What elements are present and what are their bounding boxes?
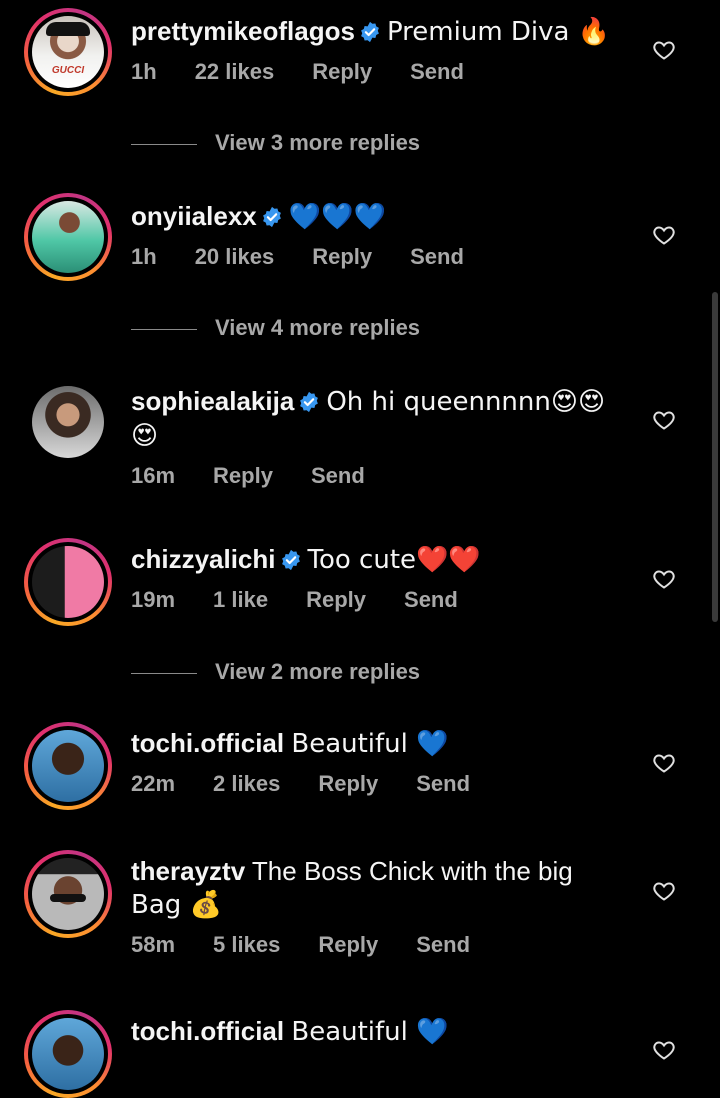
comment-text: Too cute❤️❤️ bbox=[307, 545, 481, 575]
comment-meta: 1h 20 likes Reply Send bbox=[131, 244, 631, 270]
story-ring[interactable] bbox=[24, 1010, 112, 1098]
comment-username[interactable]: chizzyalichi bbox=[131, 544, 276, 574]
comment-time: 1h bbox=[131, 59, 157, 84]
comment-time: 16m bbox=[131, 463, 176, 488]
comment-time: 58m bbox=[131, 932, 176, 957]
comment-likes[interactable]: 1 like bbox=[213, 587, 268, 613]
comment-meta: 16m Reply Send bbox=[131, 463, 631, 489]
heart-outline-icon[interactable] bbox=[652, 751, 676, 775]
heart-outline-icon[interactable] bbox=[652, 38, 676, 62]
comment-time: 1h bbox=[131, 244, 157, 269]
story-ring[interactable] bbox=[24, 722, 112, 810]
story-ring[interactable]: GUCCI bbox=[24, 8, 112, 96]
heart-outline-icon[interactable] bbox=[652, 567, 676, 591]
avatar bbox=[32, 201, 104, 273]
comment-username[interactable]: therayztv bbox=[131, 856, 245, 886]
send-button[interactable]: Send bbox=[410, 59, 464, 85]
send-button[interactable]: Send bbox=[410, 244, 464, 270]
story-ring[interactable] bbox=[24, 193, 112, 281]
verified-badge-icon bbox=[361, 21, 379, 43]
heart-outline-icon[interactable] bbox=[652, 1038, 676, 1062]
story-ring[interactable] bbox=[24, 538, 112, 626]
avatar: GUCCI bbox=[32, 16, 104, 88]
avatar bbox=[32, 1018, 104, 1090]
comment-username[interactable]: sophiealakija bbox=[131, 386, 294, 416]
view-more-replies[interactable]: View 4 more replies bbox=[131, 315, 420, 341]
comment-likes[interactable]: 20 likes bbox=[195, 244, 275, 270]
comment-text-continued: 😍 bbox=[131, 421, 159, 451]
comment-text: Beautiful 💙 bbox=[291, 729, 449, 759]
avatar bbox=[32, 546, 104, 618]
heart-outline-icon[interactable] bbox=[652, 879, 676, 903]
avatar bbox=[32, 730, 104, 802]
reply-button[interactable]: Reply bbox=[213, 463, 273, 489]
comment-text: 💙💙💙 bbox=[288, 202, 386, 232]
avatar-cap-shape bbox=[46, 22, 90, 36]
comment-time: 19m bbox=[131, 587, 176, 612]
send-button[interactable]: Send bbox=[404, 587, 458, 613]
heart-outline-icon[interactable] bbox=[652, 223, 676, 247]
avatar bbox=[32, 858, 104, 930]
scrollbar[interactable] bbox=[712, 292, 718, 622]
avatar bbox=[32, 386, 104, 458]
send-button[interactable]: Send bbox=[416, 771, 470, 797]
reply-button[interactable]: Reply bbox=[306, 587, 366, 613]
comment-username[interactable]: onyiialexx bbox=[131, 201, 257, 231]
verified-badge-icon bbox=[262, 206, 281, 228]
comment-username[interactable]: prettymikeoflagos bbox=[131, 16, 355, 46]
reply-button[interactable]: Reply bbox=[312, 59, 372, 85]
comment-meta: 1h 22 likes Reply Send bbox=[131, 59, 631, 85]
comment-username[interactable]: tochi.official bbox=[131, 1016, 284, 1046]
comment-meta: 58m 5 likes Reply Send bbox=[131, 932, 631, 958]
comment-meta: 22m 2 likes Reply Send bbox=[131, 771, 631, 797]
comment-text: The Boss Chick with the big bbox=[251, 856, 573, 886]
view-more-replies[interactable]: View 2 more replies bbox=[131, 659, 420, 685]
story-ring[interactable] bbox=[24, 850, 112, 938]
view-more-replies[interactable]: View 3 more replies bbox=[131, 130, 420, 156]
avatar-glasses-shape bbox=[50, 894, 86, 902]
send-button[interactable]: Send bbox=[416, 932, 470, 958]
comment-text-continued: Bag 💰 bbox=[131, 890, 222, 920]
comment-likes[interactable]: 5 likes bbox=[213, 932, 280, 958]
reply-button[interactable]: Reply bbox=[318, 771, 378, 797]
comment-text: Beautiful 💙 bbox=[291, 1017, 449, 1047]
send-button[interactable]: Send bbox=[311, 463, 365, 489]
comment-likes[interactable]: 2 likes bbox=[213, 771, 280, 797]
verified-badge-icon bbox=[281, 549, 300, 571]
comment-text: Oh hi queennnnn😍😍 bbox=[326, 387, 606, 417]
reply-button[interactable]: Reply bbox=[312, 244, 372, 270]
verified-badge-icon bbox=[300, 391, 319, 413]
comment-time: 22m bbox=[131, 771, 176, 796]
comment-likes[interactable]: 22 likes bbox=[195, 59, 275, 85]
avatar-shirt-text: GUCCI bbox=[51, 65, 85, 76]
reply-button[interactable]: Reply bbox=[318, 932, 378, 958]
comment-username[interactable]: tochi.official bbox=[131, 728, 284, 758]
heart-outline-icon[interactable] bbox=[652, 408, 676, 432]
avatar-container[interactable] bbox=[24, 378, 112, 466]
comment-meta: 19m 1 like Reply Send bbox=[131, 587, 631, 613]
comment-text: Premium Diva 🔥 bbox=[386, 17, 611, 47]
